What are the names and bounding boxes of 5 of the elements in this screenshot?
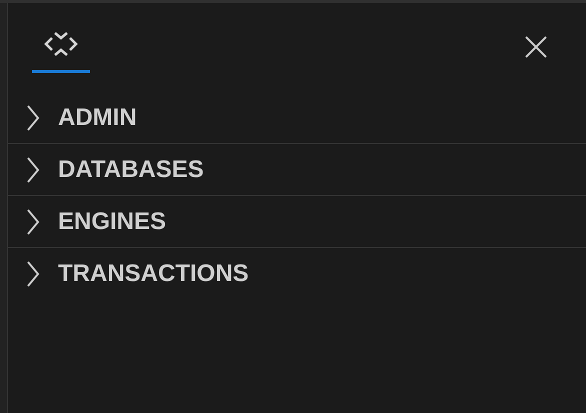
close-icon[interactable] — [524, 35, 548, 59]
section-header[interactable]: DATABASES — [8, 156, 204, 184]
section-header[interactable]: ENGINES — [8, 208, 166, 236]
section-header[interactable]: TRANSACTIONS — [8, 260, 249, 288]
section-header[interactable]: ADMIN — [8, 104, 137, 132]
